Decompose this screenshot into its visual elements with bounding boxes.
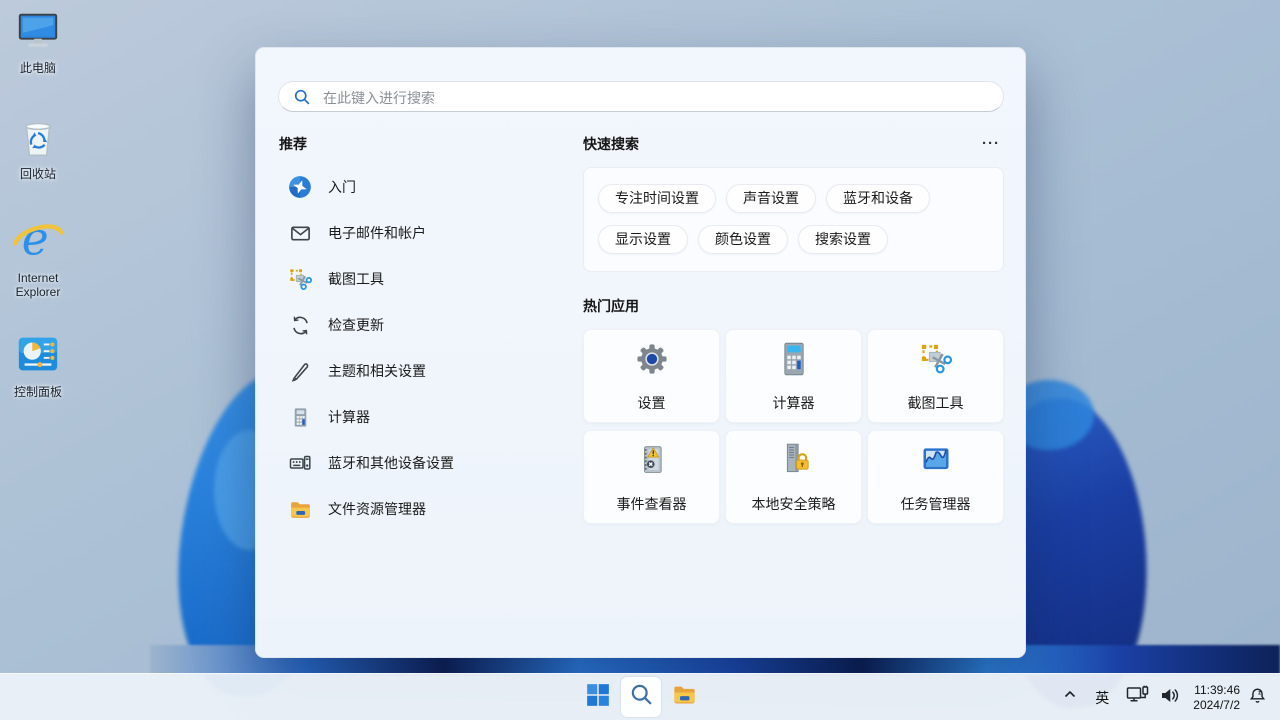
email-icon (287, 222, 313, 245)
recommended-title: 推荐 (279, 136, 307, 152)
more-options-button[interactable]: ··· (978, 136, 1004, 151)
clock-date: 2024/7/2 (1193, 697, 1240, 712)
task-manager-icon (916, 440, 956, 485)
quick-search-chip[interactable]: 显示设置 (598, 225, 688, 254)
recommended-item-check-updates[interactable]: 检查更新 (279, 302, 569, 348)
quick-search-chip[interactable]: 蓝牙和设备 (826, 184, 930, 213)
svg-text:z: z (1258, 689, 1261, 696)
top-apps-grid: 设置 计算器 截图工具 事件查看器 本地安全策略 任务管理器 (583, 329, 1004, 524)
desktop-icon-label: Internet Explorer (15, 271, 61, 299)
desktop-icon-this-pc[interactable]: 此电脑 (6, 8, 70, 75)
quick-search-chip[interactable]: 颜色设置 (698, 225, 788, 254)
search-input[interactable] (321, 83, 985, 112)
settings-gear-icon (632, 339, 672, 384)
desktop-icon-internet-explorer[interactable]: e Internet Explorer (6, 212, 70, 299)
speaker-icon (1160, 687, 1181, 709)
recommended-item-snipping-tool[interactable]: 截图工具 (279, 256, 569, 302)
app-tile-label: 任务管理器 (900, 496, 971, 512)
control-panel-icon (15, 337, 61, 382)
snipping-tool-icon (287, 267, 313, 292)
quick-search-header: 快速搜索 ··· (583, 134, 1004, 154)
app-tile-task-manager[interactable]: 任务管理器 (867, 430, 1004, 524)
start-icon (585, 682, 611, 713)
chevron-up-icon (1062, 687, 1078, 708)
search-panel: 推荐 入门 (255, 47, 1026, 658)
calculator-icon (287, 406, 313, 429)
svg-text:e: e (22, 212, 49, 264)
calculator-icon (774, 339, 814, 384)
recycle-bin-icon (15, 122, 61, 164)
quick-search-chips: 专注时间设置 声音设置 蓝牙和设备 显示设置 颜色设置 搜索设置 (598, 184, 992, 254)
taskbar-center (578, 677, 704, 717)
recommended-item-get-started[interactable]: 入门 (279, 164, 569, 210)
quick-search-chip[interactable]: 专注时间设置 (598, 184, 716, 213)
top-apps-title: 热门应用 (583, 298, 639, 314)
recommended-item-label: 主题和相关设置 (328, 363, 426, 379)
desktop-icon-label: 此电脑 (19, 61, 56, 75)
recommended-list: 入门 电子邮件和帐户 截图工具 检查更新 主题和相关设置 计算器 蓝牙和其他设备… (279, 164, 569, 532)
recommended-item-label: 文件资源管理器 (328, 501, 426, 517)
recommended-item-label: 检查更新 (328, 317, 384, 333)
desktop-icon-label: 控制面板 (13, 385, 62, 399)
recommended-item-bluetooth-devices[interactable]: 蓝牙和其他设备设置 (279, 440, 569, 486)
file-explorer-button[interactable] (664, 677, 704, 717)
desktop-icon-label: 回收站 (19, 167, 56, 181)
file-explorer-icon (671, 681, 698, 713)
network-ethernet-icon (1126, 685, 1150, 710)
desktop-icon-control-panel[interactable]: 控制面板 (6, 332, 70, 399)
check-updates-icon (287, 314, 313, 337)
app-tile-settings[interactable]: 设置 (583, 329, 720, 423)
app-tile-label: 本地安全策略 (751, 496, 836, 512)
search-box (278, 81, 1004, 112)
app-tile-snipping-tool[interactable]: 截图工具 (867, 329, 1004, 423)
recommended-item-label: 入门 (328, 179, 356, 195)
recommended-item-themes[interactable]: 主题和相关设置 (279, 348, 569, 394)
search-icon (293, 88, 311, 111)
app-tile-label: 事件查看器 (616, 496, 687, 512)
recommended-item-label: 蓝牙和其他设备设置 (328, 455, 454, 471)
recommended-item-calculator[interactable]: 计算器 (279, 394, 569, 440)
quick-search-card: 专注时间设置 声音设置 蓝牙和设备 显示设置 颜色设置 搜索设置 (583, 167, 1004, 272)
desktop: 此电脑 回收站 e Internet Explorer 控制面板 在此键入进行搜… (0, 0, 1280, 720)
themes-brush-icon (287, 360, 313, 383)
system-tray: 英 11:39:46 2024/7/2 z (1062, 674, 1280, 720)
start-button[interactable] (578, 677, 618, 717)
get-started-icon (287, 174, 313, 200)
recommended-item-label: 计算器 (328, 409, 370, 425)
notification-center-button[interactable]: z (1248, 686, 1267, 710)
taskbar-search-icon (629, 682, 654, 712)
app-tile-event-viewer[interactable]: 事件查看器 (583, 430, 720, 524)
app-tile-label: 计算器 (772, 395, 815, 411)
network-button[interactable] (1126, 685, 1150, 710)
ime-language-indicator[interactable]: 英 (1092, 688, 1112, 708)
desktop-icon-recycle-bin[interactable]: 回收站 (6, 114, 70, 181)
recommended-item-file-explorer[interactable]: 文件资源管理器 (279, 486, 569, 532)
recommended-item-email[interactable]: 电子邮件和帐户 (279, 210, 569, 256)
taskbar: 英 11:39:46 2024/7/2 z (0, 673, 1280, 720)
quick-search-chip[interactable]: 搜索设置 (798, 225, 888, 254)
local-security-policy-icon (774, 440, 814, 485)
app-tile-label: 设置 (637, 395, 666, 411)
quick-search-chip[interactable]: 声音设置 (726, 184, 816, 213)
show-hidden-icons-button[interactable] (1062, 687, 1078, 708)
bluetooth-devices-icon (287, 451, 313, 475)
taskbar-search-button[interactable] (621, 677, 661, 717)
clock-time: 11:39:46 (1194, 682, 1240, 697)
app-tile-local-security-policy[interactable]: 本地安全策略 (725, 430, 862, 524)
notification-bell-icon: z (1248, 686, 1267, 710)
recommended-item-label: 截图工具 (328, 271, 384, 287)
event-viewer-icon (632, 440, 672, 485)
right-column: 快速搜索 ··· 专注时间设置 声音设置 蓝牙和设备 显示设置 颜色设置 搜索设… (583, 134, 1004, 524)
quick-search-title: 快速搜索 (583, 136, 639, 152)
app-tile-calculator[interactable]: 计算器 (725, 329, 862, 423)
recommended-section: 推荐 入门 电子邮件和帐户 截图工具 检查更新 主题和相关设置 计算器 蓝牙和其… (279, 134, 569, 532)
snipping-tool-icon (916, 339, 956, 384)
clock[interactable]: 11:39:46 2024/7/2 (1193, 683, 1240, 713)
app-tile-label: 截图工具 (907, 395, 964, 411)
file-explorer-icon (287, 497, 313, 522)
volume-button[interactable] (1160, 687, 1181, 709)
recommended-item-label: 电子邮件和帐户 (328, 225, 426, 241)
internet-explorer-icon: e (12, 212, 64, 268)
this-pc-icon (15, 13, 61, 58)
